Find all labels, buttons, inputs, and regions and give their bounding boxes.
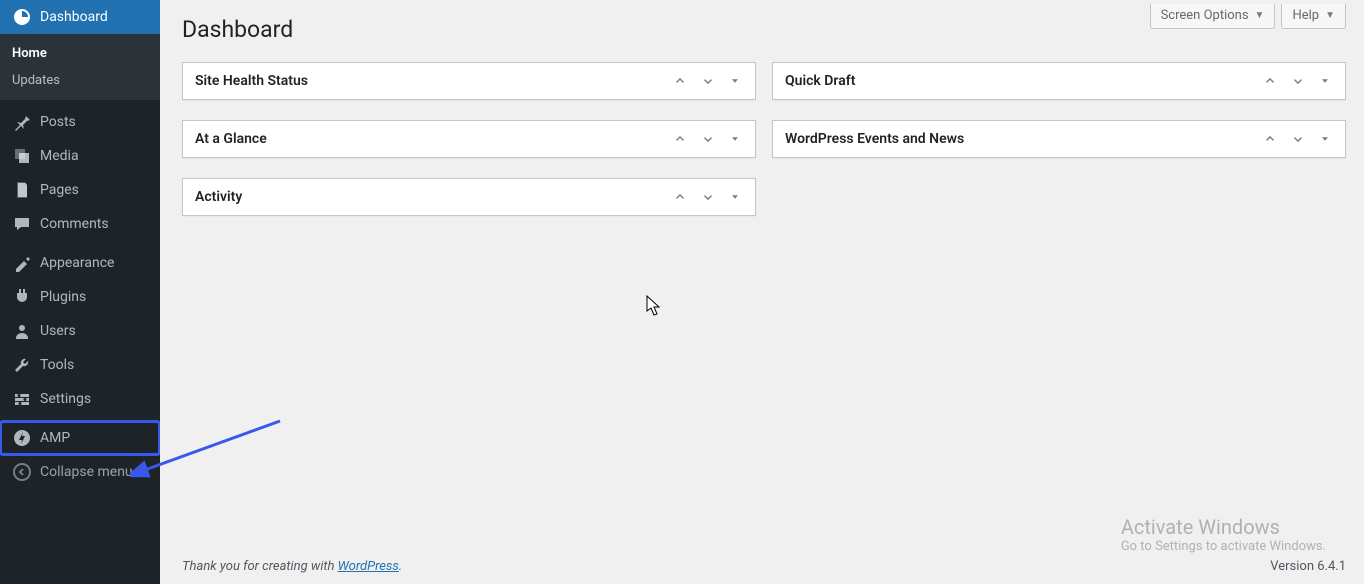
footer-prefix: Thank you for creating with [182,559,338,574]
postbox-title: Activity [195,189,671,205]
move-down-button[interactable] [699,188,717,206]
sidebar-collapse-button[interactable]: Collapse menu [0,455,160,489]
sidebar-item-label: Media [40,148,79,164]
postbox-quick-draft: Quick Draft [772,62,1346,100]
sidebar-subitem-home[interactable]: Home [0,40,160,67]
pages-icon [12,180,32,200]
users-icon [12,321,32,341]
sidebar-item-dashboard[interactable]: Dashboard [0,0,160,34]
sidebar-item-media[interactable]: Media [0,139,160,173]
move-up-button[interactable] [671,130,689,148]
watermark-line1: Activate Windows [1121,515,1326,539]
sidebar-item-label: Pages [40,182,79,198]
sidebar-item-comments[interactable]: Comments [0,207,160,241]
footer-version: Version 6.4.1 [1270,559,1346,574]
sidebar-item-appearance[interactable]: Appearance [0,246,160,280]
move-up-button[interactable] [671,72,689,90]
footer-suffix: . [399,559,402,574]
move-up-button[interactable] [1261,130,1279,148]
dashboard-widgets: Site Health Status At a Glance [182,62,1346,216]
tools-icon [12,355,32,375]
toggle-button[interactable] [1317,131,1333,147]
postbox-at-a-glance: At a Glance [182,120,756,158]
media-icon [12,146,32,166]
sidebar-item-label: Collapse menu [40,464,133,480]
sidebar-item-label: Plugins [40,289,86,305]
appearance-icon [12,253,32,273]
sidebar-item-label: Comments [40,216,109,232]
watermark-line2: Go to Settings to activate Windows. [1121,539,1326,554]
move-up-button[interactable] [671,188,689,206]
activate-windows-watermark: Activate Windows Go to Settings to activ… [1121,515,1326,554]
sidebar-item-posts[interactable]: Posts [0,105,160,139]
postbox-wp-news: WordPress Events and News [772,120,1346,158]
toggle-button[interactable] [727,189,743,205]
comments-icon [12,214,32,234]
sidebar-item-label: Dashboard [40,9,108,25]
postbox-title: At a Glance [195,131,671,147]
help-label: Help [1292,8,1319,23]
toggle-button[interactable] [727,131,743,147]
sidebar-item-tools[interactable]: Tools [0,348,160,382]
caret-down-icon: ▼ [1255,10,1265,21]
postbox-title: WordPress Events and News [785,131,1261,147]
screen-options-button[interactable]: Screen Options ▼ [1150,4,1276,29]
sidebar-item-label: Appearance [40,255,114,271]
postbox-title: Site Health Status [195,73,671,89]
footer-wordpress-link[interactable]: WordPress [338,559,399,574]
sidebar-item-label: Posts [40,114,76,130]
move-down-button[interactable] [699,72,717,90]
sidebar-item-label: Users [40,323,76,339]
sidebar-item-plugins[interactable]: Plugins [0,280,160,314]
sidebar-item-users[interactable]: Users [0,314,160,348]
postbox-title: Quick Draft [785,73,1261,89]
sidebar-item-label: Tools [40,357,74,373]
sidebar-item-settings[interactable]: Settings [0,382,160,416]
settings-icon [12,389,32,409]
sidebar-item-pages[interactable]: Pages [0,173,160,207]
sidebar-submenu-dashboard: Home Updates [0,34,160,100]
screen-meta-links: Screen Options ▼ Help ▼ [1150,4,1346,29]
page-title: Dashboard [182,16,293,43]
footer-thankyou: Thank you for creating with WordPress. [182,559,402,574]
caret-down-icon: ▼ [1325,10,1335,21]
postbox-activity: Activity [182,178,756,216]
move-down-button[interactable] [1289,72,1307,90]
content-area: Screen Options ▼ Help ▼ Dashboard Site H… [160,0,1364,584]
screen-options-label: Screen Options [1161,8,1249,23]
move-up-button[interactable] [1261,72,1279,90]
dashboard-column-right: Quick Draft WordPress Events and News [772,62,1346,216]
admin-sidebar: Dashboard Home Updates Posts Media Pages… [0,0,160,584]
pushpin-icon [12,112,32,132]
dashboard-icon [12,7,32,27]
help-button[interactable]: Help ▼ [1281,4,1346,29]
toggle-button[interactable] [1317,73,1333,89]
postbox-site-health: Site Health Status [182,62,756,100]
collapse-icon [12,462,32,482]
admin-footer: Thank you for creating with WordPress. V… [182,559,1346,574]
sidebar-item-label: Settings [40,391,91,407]
plugins-icon [12,287,32,307]
sidebar-subitem-updates[interactable]: Updates [0,67,160,94]
toggle-button[interactable] [727,73,743,89]
amp-icon [12,428,32,448]
dashboard-column-left: Site Health Status At a Glance [182,62,756,216]
sidebar-item-amp[interactable]: AMP [0,421,160,455]
sidebar-item-label: AMP [40,430,70,446]
move-down-button[interactable] [699,130,717,148]
move-down-button[interactable] [1289,130,1307,148]
